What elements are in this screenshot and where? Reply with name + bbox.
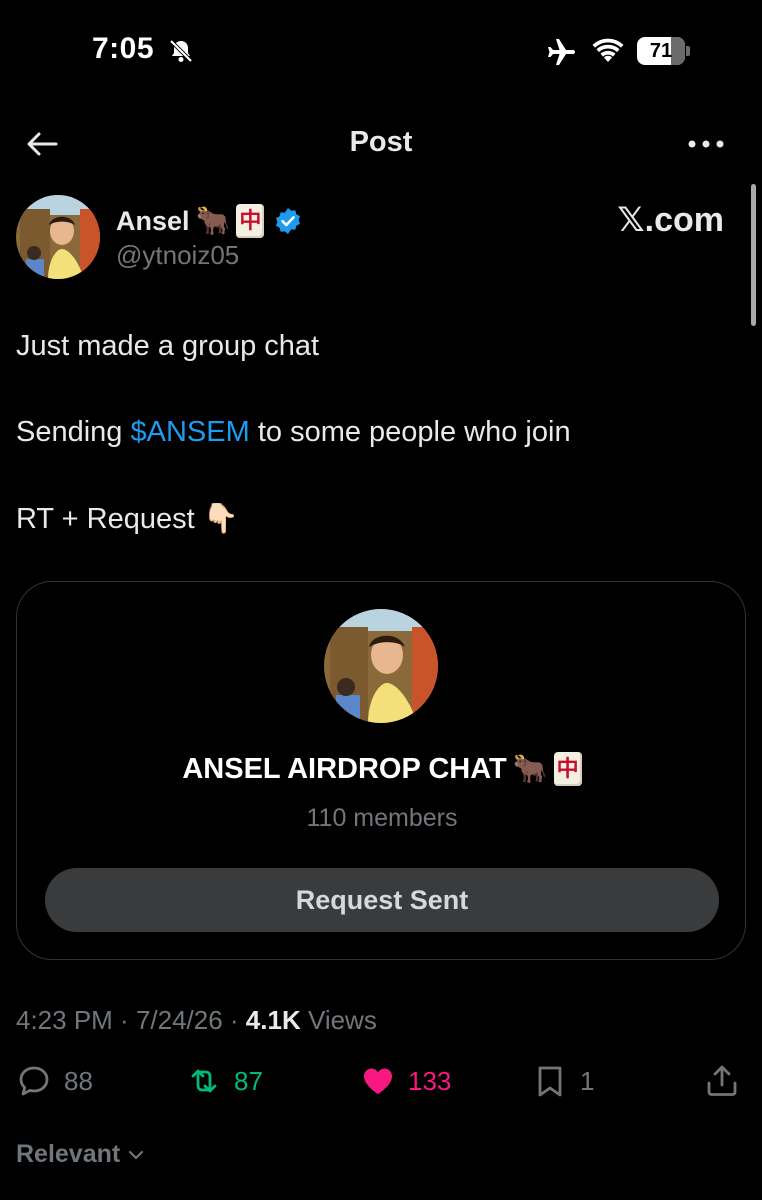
heart-icon: [364, 1068, 392, 1094]
post-text-line-3: RT + Request 👇🏻: [16, 502, 239, 536]
post-text-suffix: to some people who join: [249, 416, 571, 448]
bookmark-icon: [538, 1066, 562, 1097]
post-text-line-1: Just made a group chat: [16, 330, 320, 362]
verified-badge-icon[interactable]: [274, 207, 302, 235]
mahjong-emoji: 中: [236, 204, 265, 238]
like-button[interactable]: 133: [360, 1062, 451, 1100]
scrollbar[interactable]: [751, 184, 756, 326]
post-date: 7/24/26: [135, 1005, 223, 1035]
replies-sort-dropdown[interactable]: Relevant: [16, 1140, 146, 1169]
author-handle[interactable]: @ytnoiz05: [116, 240, 239, 271]
repost-count: 87: [234, 1065, 263, 1096]
reply-button[interactable]: 88: [16, 1062, 93, 1100]
wifi-icon: [592, 38, 624, 62]
page-title: Post: [349, 126, 413, 158]
author-name-row[interactable]: Ansel 🐂 中: [116, 202, 302, 240]
watermark-source: 𝕏.com: [617, 201, 724, 239]
bookmark-button[interactable]: 1: [532, 1062, 594, 1100]
like-count: 133: [408, 1065, 452, 1096]
group-chat-card[interactable]: ANSEL AIRDROP CHAT 🐂 中 110 members Reque…: [16, 581, 746, 960]
reply-icon: [19, 1066, 49, 1096]
bookmark-count: 1: [580, 1065, 595, 1096]
repost-button[interactable]: 87: [186, 1062, 263, 1100]
author-name[interactable]: Ansel: [116, 206, 190, 237]
post-text-request: RT + Request: [16, 503, 203, 535]
group-chat-title-row: ANSEL AIRDROP CHAT 🐂 中: [17, 752, 747, 786]
status-time: 7:05: [92, 32, 155, 65]
meta-separator: ·: [112, 1005, 136, 1035]
ox-emoji: 🐂: [195, 205, 231, 236]
pointing-down-emoji: 👇🏻: [202, 503, 239, 535]
bell-slash-icon: [169, 39, 193, 63]
replies-sort-label: Relevant: [16, 1140, 121, 1168]
share-icon: [707, 1065, 737, 1096]
group-chat-members: 110 members: [306, 804, 458, 832]
avatar[interactable]: [16, 195, 100, 279]
post-time: 4:23 PM: [16, 1005, 113, 1035]
repost-icon: [191, 1069, 217, 1093]
meta-separator: ·: [222, 1005, 246, 1035]
cashtag-link[interactable]: $ANSEM: [131, 416, 250, 448]
battery-level: 71: [649, 40, 673, 62]
more-icon[interactable]: [686, 132, 726, 156]
reply-count: 88: [64, 1065, 93, 1096]
ox-emoji: 🐂: [512, 753, 548, 784]
mahjong-emoji: 中: [553, 752, 582, 786]
battery-icon: 71: [637, 37, 690, 65]
group-chat-title: ANSEL AIRDROP CHAT: [182, 752, 507, 785]
views-label: Views: [300, 1005, 377, 1035]
request-sent-button[interactable]: Request Sent: [45, 868, 719, 932]
share-button[interactable]: [704, 1062, 740, 1100]
post-text-line-2: Sending $ANSEM to some people who join: [16, 416, 571, 449]
group-chat-avatar: [324, 609, 438, 723]
chevron-down-icon: [129, 1150, 144, 1159]
views-count[interactable]: 4.1K: [246, 1005, 301, 1035]
post-text-prefix: Sending: [16, 416, 131, 448]
post-meta: 4:23 PM · 7/24/26 · 4.1K Views: [16, 1005, 377, 1036]
airplane-icon: [548, 39, 575, 65]
